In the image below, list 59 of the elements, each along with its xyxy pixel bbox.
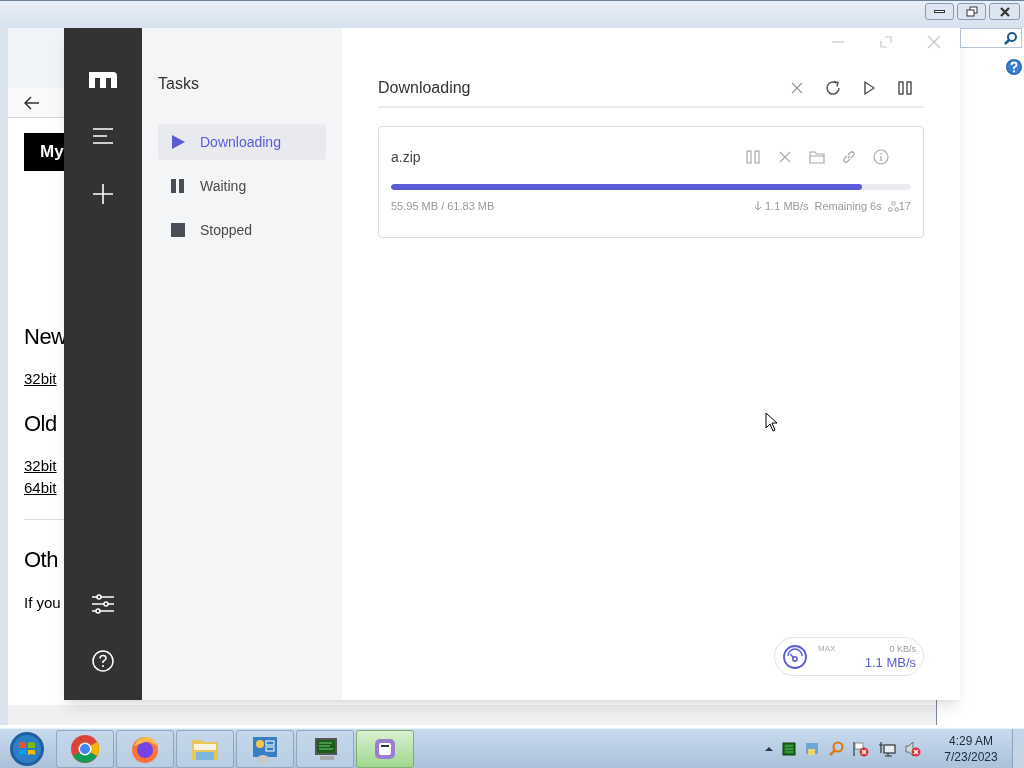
network-icon[interactable] xyxy=(878,740,896,757)
play-icon xyxy=(170,134,186,150)
download-link[interactable]: 32bit xyxy=(24,457,57,475)
download-link[interactable]: 64bit xyxy=(24,479,57,497)
terminal-icon[interactable] xyxy=(782,741,796,756)
download-link[interactable]: 32bit xyxy=(24,370,57,388)
clock-time[interactable]: 4:29 AM xyxy=(949,732,993,749)
minimize-icon xyxy=(934,10,945,13)
minimize-button[interactable] xyxy=(925,3,954,20)
taskbar-app-button[interactable] xyxy=(236,729,294,768)
upload-speed: 0 KB/s xyxy=(889,642,916,655)
search-icon xyxy=(1004,31,1018,45)
taskbar-app-button[interactable] xyxy=(116,729,174,768)
pause-icon[interactable] xyxy=(896,79,914,97)
download-arrow-icon xyxy=(754,201,763,212)
body-text: If you xyxy=(24,594,61,612)
taskbar-app-button[interactable] xyxy=(356,729,414,768)
task-filter-item[interactable]: Downloading xyxy=(158,124,326,160)
connection-count: 17 xyxy=(898,199,911,214)
stop-icon xyxy=(170,222,186,238)
speedometer-icon xyxy=(782,643,808,670)
refresh-icon[interactable] xyxy=(824,79,842,97)
cursor-icon xyxy=(765,412,778,432)
settings-icon[interactable] xyxy=(92,594,114,614)
speed-meter[interactable]: MAX 0 KB/s 1.1 MB/s xyxy=(774,637,924,676)
clock-date[interactable]: 7/23/2023 xyxy=(944,748,998,765)
logo-icon xyxy=(89,72,117,88)
add-icon[interactable] xyxy=(93,184,113,204)
site-logo[interactable]: My xyxy=(24,133,64,171)
task-filter-item[interactable]: Stopped xyxy=(158,212,326,248)
remaining-time: Remaining 6s xyxy=(814,199,882,214)
taskbar-app-button[interactable] xyxy=(56,729,114,768)
flag-error-icon[interactable] xyxy=(852,740,870,757)
download-speed: 1.1 MB/s xyxy=(765,199,809,214)
restore-icon xyxy=(965,6,978,17)
mute-icon[interactable] xyxy=(904,740,922,757)
chrome-icon xyxy=(70,733,100,764)
chevron-up-icon[interactable] xyxy=(764,744,774,753)
help-icon[interactable] xyxy=(92,650,114,672)
close-button[interactable] xyxy=(989,3,1020,20)
back-arrow-icon[interactable] xyxy=(24,95,40,110)
pause-icon xyxy=(170,178,186,194)
panel-title: Tasks xyxy=(158,74,200,94)
download-speed: 1.1 MB/s xyxy=(864,654,916,671)
start-button[interactable] xyxy=(8,729,46,768)
file-name: a.zip xyxy=(391,147,422,167)
restore-button[interactable] xyxy=(957,3,986,20)
section-heading: Oth xyxy=(24,546,58,574)
help-icon[interactable] xyxy=(1005,58,1023,76)
search-field[interactable] xyxy=(960,28,1022,48)
task-filter-item[interactable]: Waiting xyxy=(158,168,326,204)
connections-icon xyxy=(887,200,899,212)
section-heading: Old xyxy=(24,410,57,438)
menu-icon[interactable] xyxy=(93,128,113,144)
taskbar-app-button[interactable] xyxy=(296,729,354,768)
close-icon xyxy=(998,6,1011,17)
page-title: Downloading xyxy=(378,78,472,98)
max-label: MAX xyxy=(818,643,836,655)
file-size: 55.95 MB / 61.83 MB xyxy=(391,199,496,214)
